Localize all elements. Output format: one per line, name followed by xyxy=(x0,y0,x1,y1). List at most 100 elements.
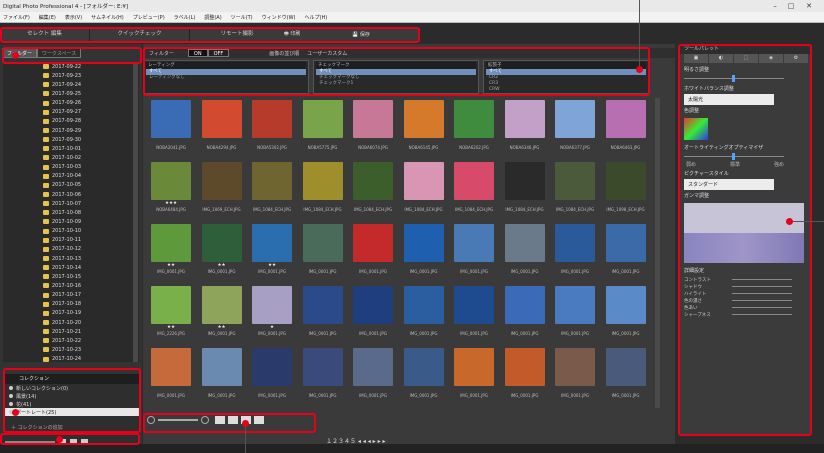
user-custom-label[interactable]: ユーザーカスタム xyxy=(307,50,347,57)
collection-item[interactable]: 花(41) xyxy=(3,400,139,408)
tab-basic-icon[interactable]: ▣ xyxy=(684,54,708,63)
thumbnail[interactable]: ★★ IMG_0001.JPG xyxy=(148,222,194,277)
detail-slider-track[interactable] xyxy=(732,314,792,315)
menu-edit[interactable]: 編集(E) xyxy=(39,14,56,21)
folder-tree-item[interactable]: 2017-09-28 xyxy=(3,117,139,126)
thumbnail[interactable]: IMG_0001.JPG xyxy=(300,284,346,339)
tab-quick-check[interactable]: クイックチェック xyxy=(90,28,190,41)
tab-folder[interactable]: フォルダー xyxy=(2,48,38,58)
detail-slider-track[interactable] xyxy=(732,307,792,308)
thumbnail[interactable]: IMG_0001.JPG xyxy=(300,346,346,401)
folder-tree-item[interactable]: 2017-10-14 xyxy=(3,263,139,272)
thumbnail[interactable]: IMG_0001.JPG xyxy=(401,284,447,339)
thumbnail[interactable]: NOBA6145.JPG xyxy=(401,98,447,153)
folder-tree-item[interactable]: 2017-10-11 xyxy=(3,236,139,245)
folder-tree-item[interactable]: 2017-10-08 xyxy=(3,208,139,217)
thumbnail[interactable]: IMG_0001.JPG xyxy=(350,222,396,277)
folder-tree-item[interactable]: 2017-10-22 xyxy=(3,336,139,345)
collection-item[interactable]: 風景(14) xyxy=(3,392,139,400)
view-mode-icon[interactable] xyxy=(215,416,225,424)
add-collection-button[interactable]: ＋ コレクションの追加 xyxy=(11,424,63,431)
zoom-out-icon[interactable] xyxy=(147,416,155,424)
thumbnail[interactable]: IMG_1084_ECH.JPG xyxy=(401,160,447,215)
thumbnail[interactable]: NOBA6463.JPG xyxy=(603,98,649,153)
folder-tree-item[interactable]: 2017-10-19 xyxy=(3,309,139,318)
thumbnail[interactable]: IMG_1084_ECH.JPG xyxy=(552,160,598,215)
thumbnail[interactable]: ★★ IMG_0001.JPG xyxy=(249,222,295,277)
folder-tree-item[interactable]: 2017-10-03 xyxy=(3,163,139,172)
detail-slider-track[interactable] xyxy=(732,279,792,280)
menu-preview[interactable]: プレビュー(P) xyxy=(133,14,165,21)
thumbnail[interactable]: IMG_1084_ECH.JPG xyxy=(451,160,497,215)
filter-on[interactable]: ON xyxy=(187,49,208,57)
folder-tree-item[interactable]: 2017-10-17 xyxy=(3,291,139,300)
thumbnail[interactable]: IMG_0001.JPG xyxy=(451,222,497,277)
detail-slider-track[interactable] xyxy=(732,293,792,294)
close-button[interactable]: ✕ xyxy=(802,0,816,12)
folder-tree-item[interactable]: 2017-10-16 xyxy=(3,281,139,290)
folder-tree-item[interactable]: 2017-10-04 xyxy=(3,172,139,181)
rating-filter[interactable]: レーティング すべて レーティングなし xyxy=(143,60,309,94)
thumbnail[interactable]: NOBA4294.JPG xyxy=(199,98,245,153)
thumbnail[interactable]: IMG_0001.JPG xyxy=(350,346,396,401)
thumbnail[interactable]: ★★★ NOBA6484.JPG xyxy=(148,160,194,215)
thumbnail[interactable]: IMG_0001.JPG xyxy=(603,284,649,339)
thumbnail[interactable]: IMG_0001.JPG xyxy=(401,346,447,401)
detail-slider-row[interactable]: ハイライト xyxy=(680,290,812,297)
thumbnail[interactable]: IMG_1098_ECH.JPG xyxy=(603,160,649,215)
detail-slider-track[interactable] xyxy=(732,286,792,287)
thumbnail[interactable]: IMG_0001.JPG xyxy=(451,284,497,339)
folder-tree-item[interactable]: 2017-10-18 xyxy=(3,300,139,309)
folder-tree-item[interactable]: 2017-09-29 xyxy=(3,126,139,135)
thumbnail[interactable]: NOBA6346.JPG xyxy=(502,98,548,153)
collection-item[interactable]: 新しいコレクション(0) xyxy=(3,384,139,392)
folder-tree-item[interactable]: 2017-10-02 xyxy=(3,153,139,162)
folder-tree-item[interactable]: 2017-10-09 xyxy=(3,217,139,226)
thumbnail[interactable]: IMG_0001.JPG xyxy=(300,222,346,277)
rating-row[interactable]: レーティングなし xyxy=(146,75,306,81)
detail-slider-row[interactable]: コントラスト xyxy=(680,276,812,283)
checkmark-row[interactable]: チェックマーク1 xyxy=(316,81,476,87)
zoom-in-icon[interactable] xyxy=(201,416,209,424)
folder-tree-item[interactable]: 2017-10-01 xyxy=(3,144,139,153)
folder-tree-item[interactable]: 2017-10-20 xyxy=(3,318,139,327)
folder-tree-item[interactable]: 2017-09-27 xyxy=(3,108,139,117)
detail-slider-row[interactable]: シャドウ xyxy=(680,283,812,290)
folder-tree-item[interactable]: 2017-10-05 xyxy=(3,181,139,190)
tab-crop-icon[interactable]: ⬚ xyxy=(734,54,758,63)
menu-window[interactable]: ウィンドウ(W) xyxy=(262,14,296,21)
tab-tone-icon[interactable]: ◐ xyxy=(709,54,733,63)
detail-slider-track[interactable] xyxy=(732,300,792,301)
tab-select-edit[interactable]: セレクト 編集 xyxy=(0,28,90,41)
thumbnail[interactable]: ★★ IMG_0001.JPG xyxy=(199,222,245,277)
detail-slider-row[interactable]: 色の濃さ xyxy=(680,297,812,304)
folder-tree-item[interactable]: 2017-09-25 xyxy=(3,89,139,98)
thumbnail[interactable]: IMG_0001.JPG xyxy=(603,222,649,277)
folder-tree-item[interactable]: 2017-09-22 xyxy=(3,62,139,71)
menu-thumbnail[interactable]: サムネイル(H) xyxy=(91,14,124,21)
menu-file[interactable]: ファイル(F) xyxy=(3,14,30,21)
color-wheel-icon[interactable] xyxy=(684,118,708,140)
folder-tree-item[interactable]: 2017-09-26 xyxy=(3,99,139,108)
thumbnail[interactable]: NOBA5302.JPG xyxy=(249,98,295,153)
thumbnail[interactable]: IMG_0001.JPG xyxy=(148,346,194,401)
thumbnail[interactable]: IMG_0001.JPG xyxy=(502,284,548,339)
thumbnail[interactable]: IMG_0001.JPG xyxy=(552,222,598,277)
folder-tree-item[interactable]: 2017-09-23 xyxy=(3,71,139,80)
folder-tree-item[interactable]: 2017-10-15 xyxy=(3,272,139,281)
thumbnail[interactable]: IMG_0001.JPG xyxy=(199,346,245,401)
sort-label[interactable]: 画像の並び順 xyxy=(269,50,299,57)
folder-tree-item[interactable]: 2017-10-24 xyxy=(3,355,139,362)
folder-tree-item[interactable]: 2017-10-21 xyxy=(3,327,139,336)
thumbnail[interactable]: IMG_0001.JPG xyxy=(350,284,396,339)
thumbnail[interactable]: NOBA6202.JPG xyxy=(451,98,497,153)
thumbnail[interactable]: IMG_0001.JPG xyxy=(502,346,548,401)
detail-slider-row[interactable]: 色あい xyxy=(680,304,812,311)
menu-adjust[interactable]: 調整(A) xyxy=(204,14,221,21)
extension-row[interactable]: CRW xyxy=(486,87,646,93)
thumbnail[interactable]: NOBA2041.JPG xyxy=(148,98,194,153)
thumbnail[interactable]: ★ IMG_0001.JPG xyxy=(249,284,295,339)
view-mode-icon[interactable] xyxy=(228,416,238,424)
thumbnail[interactable]: NOBA6377.JPG xyxy=(552,98,598,153)
menu-label[interactable]: ラベル(L) xyxy=(174,14,196,21)
